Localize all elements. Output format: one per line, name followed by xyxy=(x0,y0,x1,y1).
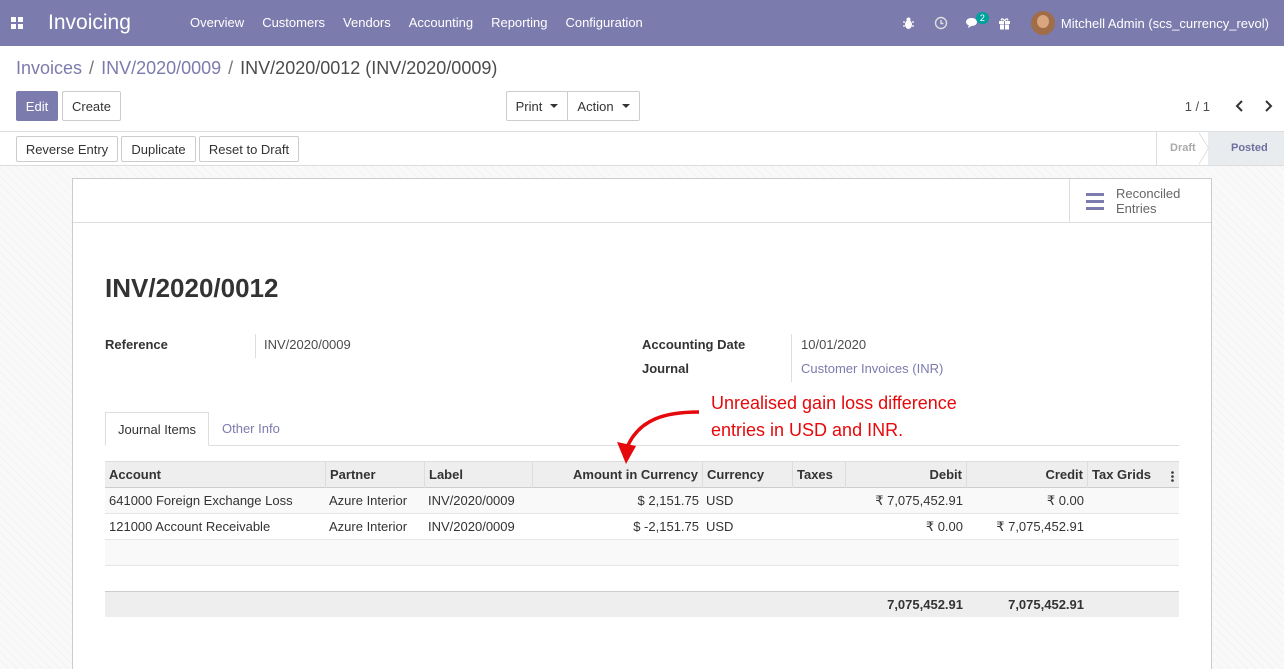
messages-icon[interactable]: 2 xyxy=(957,0,989,46)
annotation-line1: Unrealised gain loss difference xyxy=(711,393,957,413)
pager-previous-icon[interactable] xyxy=(1230,96,1250,116)
annotation-arrow xyxy=(617,410,700,464)
journal-label: Journal xyxy=(642,361,689,376)
reconciled-label-line1: Reconciled xyxy=(1116,186,1181,201)
cell-amount-currency: $ 2,151.75 xyxy=(637,493,699,508)
menu-accounting[interactable]: Accounting xyxy=(400,0,482,46)
action-dropdown[interactable]: Action xyxy=(567,91,640,121)
breadcrumb-separator: / xyxy=(228,58,234,78)
button-box: Reconciled Entries xyxy=(73,179,1211,223)
cell-taxes xyxy=(793,488,846,514)
menu-configuration[interactable]: Configuration xyxy=(556,0,651,46)
journal-items-table: Account Partner Label Amount in Currency… xyxy=(105,461,1179,617)
accounting-date-value: 10/01/2020 xyxy=(801,337,867,352)
cell-taxes xyxy=(793,514,846,540)
reference-label: Reference xyxy=(105,337,168,352)
annotation-line2: entries in USD and INR. xyxy=(711,420,904,440)
top-navbar: Invoicing Overview Customers Vendors Acc… xyxy=(0,0,1284,46)
action-label: Action xyxy=(577,98,614,114)
cell-account: 121000 Account Receivable xyxy=(109,519,271,534)
create-button[interactable]: Create xyxy=(62,91,121,121)
avatar xyxy=(1030,11,1055,35)
cell-account: 641000 Foreign Exchange Loss xyxy=(109,493,293,508)
breadcrumb: Invoices / INV/2020/0009 / INV/2020/0012… xyxy=(16,58,497,79)
reverse-entry-button[interactable]: Reverse Entry xyxy=(16,136,118,162)
pager-next-icon[interactable] xyxy=(1258,96,1278,116)
divider xyxy=(255,334,256,358)
cell-tax-grids xyxy=(1088,488,1179,514)
annotation-text: Unrealised gain loss difference entries … xyxy=(711,390,957,444)
column-debit[interactable]: Debit xyxy=(846,462,967,488)
print-label: Print xyxy=(515,98,543,114)
apps-menu-icon[interactable] xyxy=(0,0,34,46)
cell-debit: ₹ 0.00 xyxy=(925,519,963,534)
cell-credit: ₹ 7,075,452.91 xyxy=(996,519,1084,534)
pager-value[interactable]: 1 / 1 xyxy=(1185,99,1210,114)
cell-currency: USD xyxy=(706,519,734,534)
stage-arrow xyxy=(1198,132,1208,165)
cell-partner: Azure Interior xyxy=(329,519,408,534)
message-count-badge: 2 xyxy=(975,12,989,24)
duplicate-button[interactable]: Duplicate xyxy=(121,136,196,162)
reset-to-draft-button[interactable]: Reset to Draft xyxy=(199,136,299,162)
table-row-empty xyxy=(105,540,1179,566)
menu-overview[interactable]: Overview xyxy=(181,0,253,46)
column-label[interactable]: Label xyxy=(425,462,533,488)
gift-icon[interactable] xyxy=(989,0,1021,46)
table-footer-totals: 7,075,452.91 7,075,452.91 xyxy=(105,591,1179,617)
journal-link[interactable]: Customer Invoices (INR) xyxy=(801,361,943,376)
cell-label: INV/2020/0009 xyxy=(428,493,515,508)
reference-value: INV/2020/0009 xyxy=(264,337,351,352)
breadcrumb-current: INV/2020/0012 (INV/2020/0009) xyxy=(240,58,498,78)
edit-button[interactable]: Edit xyxy=(16,91,58,121)
breadcrumb-parent[interactable]: INV/2020/0009 xyxy=(101,58,221,79)
cell-tax-grids xyxy=(1088,514,1179,540)
cell-credit: ₹ 0.00 xyxy=(1046,493,1084,508)
main-menu: Overview Customers Vendors Accounting Re… xyxy=(181,0,652,46)
total-credit: 7,075,452.91 xyxy=(1008,597,1084,612)
status-stages: Draft Posted xyxy=(1156,132,1284,165)
table-row[interactable]: 121000 Account Receivable Azure Interior… xyxy=(105,514,1179,540)
column-credit[interactable]: Credit xyxy=(967,462,1088,488)
app-title[interactable]: Invoicing xyxy=(48,11,178,35)
caret-down-icon xyxy=(621,104,630,108)
breadcrumb-invoices[interactable]: Invoices xyxy=(16,58,82,79)
column-taxes[interactable]: Taxes xyxy=(793,462,846,488)
caret-down-icon xyxy=(550,104,559,108)
column-currency[interactable]: Currency xyxy=(703,462,793,488)
column-tax-grids[interactable]: Tax Grids xyxy=(1088,462,1179,488)
cell-currency: USD xyxy=(706,493,734,508)
menu-customers[interactable]: Customers xyxy=(253,0,334,46)
divider xyxy=(791,358,792,382)
breadcrumb-separator: / xyxy=(89,58,95,78)
cell-debit: ₹ 7,075,452.91 xyxy=(875,493,963,508)
reconciled-label-line2: Entries xyxy=(1116,201,1157,216)
record-title: INV/2020/0012 xyxy=(105,273,279,303)
cell-amount-currency: $ -2,151.75 xyxy=(633,519,699,534)
print-dropdown[interactable]: Print xyxy=(506,91,568,121)
user-name: Mitchell Admin (scs_currency_revol) xyxy=(1060,15,1269,31)
stage-posted: Posted xyxy=(1208,132,1284,165)
table-row[interactable]: 641000 Foreign Exchange Loss Azure Inter… xyxy=(105,488,1179,514)
cell-partner: Azure Interior xyxy=(329,493,408,508)
tab-journal-items[interactable]: Journal Items xyxy=(105,412,210,446)
column-account[interactable]: Account xyxy=(105,462,326,488)
clock-icon[interactable] xyxy=(925,0,957,46)
column-partner[interactable]: Partner xyxy=(326,462,425,488)
menu-reporting[interactable]: Reporting xyxy=(482,0,556,46)
accounting-date-label: Accounting Date xyxy=(642,337,746,352)
tab-other-info[interactable]: Other Info xyxy=(210,412,292,446)
cell-label: INV/2020/0009 xyxy=(428,519,515,534)
menu-vendors[interactable]: Vendors xyxy=(334,0,400,46)
total-debit: 7,075,452.91 xyxy=(887,597,963,612)
list-icon xyxy=(1086,192,1104,210)
bug-icon[interactable] xyxy=(893,0,925,46)
column-options-icon[interactable] xyxy=(1171,470,1174,485)
user-menu[interactable]: Mitchell Admin (scs_currency_revol) xyxy=(1021,11,1284,35)
divider xyxy=(791,334,792,358)
reconciled-entries-button[interactable]: Reconciled Entries xyxy=(1069,179,1211,223)
